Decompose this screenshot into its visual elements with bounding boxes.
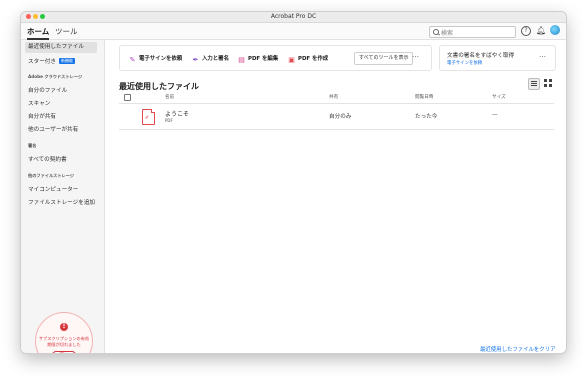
column-name[interactable]: 名前: [165, 94, 174, 100]
more-options-icon[interactable]: …: [539, 51, 546, 59]
list-view-icon[interactable]: [528, 78, 540, 90]
recent-files-title: 最近使用したファイル: [119, 82, 199, 91]
column-opened[interactable]: 閲覧日時: [415, 94, 433, 100]
tool-label: 電子サインを依頼: [139, 56, 183, 62]
sidebar-item-my-files[interactable]: 自分のファイル: [28, 86, 67, 94]
column-size[interactable]: サイズ: [492, 94, 506, 100]
tool-request-signature[interactable]: ✎ 電子サインを依頼: [129, 54, 183, 64]
agreements-heading: 署名: [28, 143, 37, 148]
fill-sign-icon: ✒: [192, 56, 199, 64]
sidebar-item-all-agreements[interactable]: すべての契約書: [28, 155, 67, 163]
signature-promo-card: 文書の署名をすばやく取得 電子サインを依頼 …: [439, 45, 556, 71]
tool-create-pdf[interactable]: ▣ PDF を作成: [288, 54, 328, 64]
column-sharing[interactable]: 共有: [329, 94, 338, 100]
signature-promo-title: 文書の署名をすばやく取得: [447, 53, 515, 59]
subscription-message: サブスクリプションの有効期限が切れました: [38, 336, 90, 347]
alert-icon: !: [60, 323, 68, 331]
sidebar-item-my-computer[interactable]: マイコンピューター: [28, 185, 78, 193]
sign-request-icon: ✎: [129, 56, 136, 64]
create-pdf-icon: ▣: [288, 56, 295, 64]
app-window: Acrobat Pro DC ホーム ツール 検索 ? 🔔︎ 最近使用したファイ…: [21, 12, 566, 353]
more-tools-icon[interactable]: …: [412, 51, 419, 59]
sidebar-item-shared-by-others[interactable]: 他のユーザーが共有: [28, 125, 78, 133]
clear-recent-files-link[interactable]: 最近使用したファイルをクリア: [480, 345, 555, 353]
notification-bell-icon[interactable]: 🔔︎: [536, 26, 546, 35]
cloud-storage-heading: Adobe クラウドストレージ: [28, 74, 83, 79]
search-icon: [433, 29, 439, 35]
help-icon[interactable]: ?: [521, 26, 531, 36]
sidebar-item-recent[interactable]: 最近使用したファイル: [25, 42, 97, 53]
sidebar: 最近使用したファイル スター付き 新機能 Adobe クラウドストレージ 自分のフ…: [21, 40, 105, 353]
file-name: ようこそ: [165, 111, 190, 118]
title-bar: Acrobat Pro DC: [21, 12, 566, 23]
file-size: —: [492, 112, 498, 118]
window-title: Acrobat Pro DC: [270, 13, 317, 20]
tab-home[interactable]: ホーム: [27, 26, 50, 40]
pdf-file-icon: ✐: [142, 109, 155, 125]
tool-fill-sign[interactable]: ✒ 入力と署名: [192, 54, 229, 64]
search-field[interactable]: 検索: [429, 26, 516, 38]
sidebar-item-starred-label: スター付き: [28, 59, 56, 65]
edit-pdf-icon: ▤: [238, 56, 245, 64]
tool-label: PDF を作成: [298, 56, 329, 62]
sidebar-item-shared-by-me[interactable]: 自分が共有: [28, 112, 56, 120]
tool-label: 入力と署名: [202, 56, 229, 62]
all-tools-button[interactable]: すべてのツールを表示: [354, 52, 414, 65]
new-feature-badge: 新機能: [58, 58, 75, 64]
grid-view-icon[interactable]: [544, 79, 552, 87]
account-avatar[interactable]: [550, 25, 560, 35]
sidebar-item-scans[interactable]: スキャン: [28, 99, 50, 107]
table-row[interactable]: ✐ ようこそ PDF 自分のみ たった今 —: [119, 104, 554, 130]
subscription-expired-panel: ! サブスクリプションの有効期限が切れました 購入: [35, 312, 93, 353]
file-sharing: 自分のみ: [329, 114, 352, 120]
file-opened: たった今: [415, 114, 438, 120]
tab-tools[interactable]: ツール: [55, 26, 78, 37]
main-toolbar: ホーム ツール 検索 ? 🔔︎: [21, 23, 566, 40]
other-storage-heading: 他のファイルストレージ: [28, 173, 74, 178]
tool-label: PDF を編集: [248, 56, 279, 62]
sidebar-item-starred[interactable]: スター付き 新機能: [28, 57, 75, 65]
signature-promo-link[interactable]: 電子サインを依頼: [447, 60, 482, 66]
file-table-header: 名前 共有 閲覧日時 サイズ: [119, 92, 554, 104]
search-placeholder: 検索: [441, 30, 454, 37]
tool-edit-pdf[interactable]: ▤ PDF を編集: [238, 54, 278, 64]
buy-button[interactable]: 購入: [52, 351, 76, 353]
sidebar-item-add-storage[interactable]: ファイルストレージを追加: [28, 198, 95, 206]
quick-tools-card: ✎ 電子サインを依頼 ✒ 入力と署名 ▤ PDF を編集 ▣ PDF を作成 すべてのツ…: [119, 45, 432, 71]
file-type: PDF: [165, 118, 173, 123]
select-all-checkbox[interactable]: [124, 94, 131, 101]
